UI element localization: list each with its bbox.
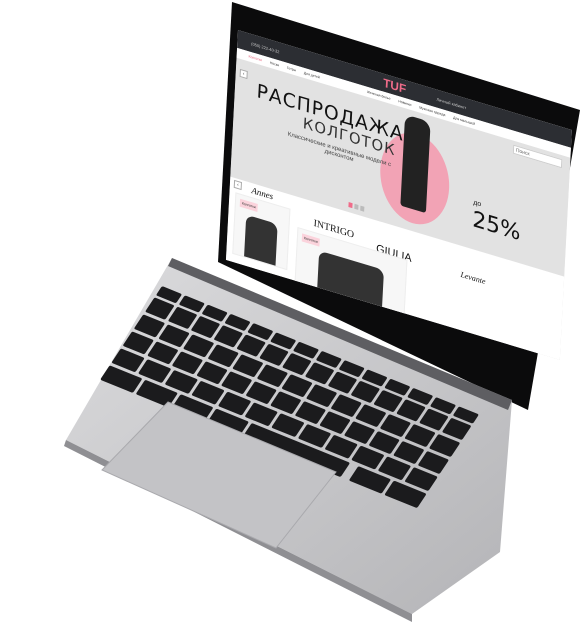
card-tag: Колготки — [301, 233, 320, 247]
product-card[interactable]: Колготки — [232, 192, 291, 271]
hero-model-image — [400, 114, 431, 214]
nav-item[interactable]: Новинки — [398, 99, 411, 107]
phone: (050) 222-40-32 — [251, 40, 280, 54]
account-link[interactable]: Личный кабинет — [436, 96, 466, 110]
discount-value: 25% — [471, 207, 522, 247]
nav-item[interactable]: Колготки — [248, 54, 262, 62]
nav-item[interactable]: Для детей — [304, 71, 320, 80]
card-tag: Колготки — [239, 198, 258, 212]
prev-slide-arrow[interactable]: ‹ — [239, 68, 248, 80]
brand-levante[interactable]: Levante — [460, 270, 485, 286]
slider-dots[interactable] — [348, 202, 365, 212]
brands-prev-arrow[interactable]: ‹ — [233, 179, 242, 191]
nav-item[interactable]: Гетры — [287, 66, 296, 73]
nav-item[interactable]: Носки — [270, 61, 279, 68]
